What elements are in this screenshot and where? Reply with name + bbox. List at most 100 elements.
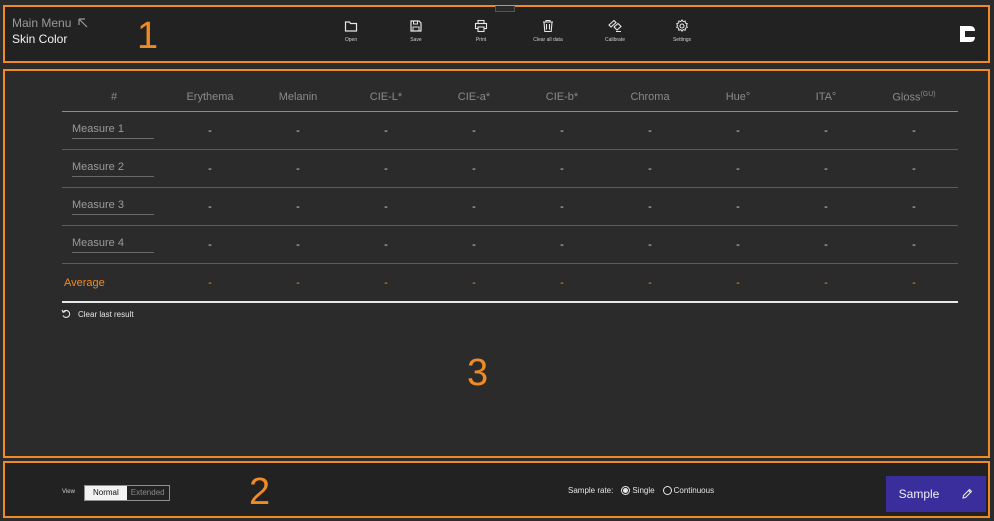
print-button[interactable]: Print (456, 19, 506, 43)
save-icon (410, 20, 422, 32)
radio-selected-icon[interactable] (621, 486, 631, 495)
print-icon (474, 19, 488, 33)
section-number-2: 2 (249, 471, 271, 513)
average-cell: - (166, 263, 254, 303)
sample-rate-group: Sample rate: Single Continuous (568, 486, 714, 495)
table-cell: - (430, 187, 518, 226)
col-header-hue: Hue° (694, 83, 782, 112)
average-label: Average (62, 263, 166, 303)
table-cell: - (606, 225, 694, 264)
table-cell: - (254, 187, 342, 226)
average-cell: - (518, 263, 606, 303)
gear-icon (676, 19, 688, 33)
table-cell: - (518, 111, 606, 150)
open-button[interactable]: Open (326, 19, 376, 43)
top-toolbar: Main Menu Skin Color 1 Open Save Print C… (3, 5, 990, 63)
section-number-3: 3 (467, 352, 489, 394)
continuous-label: Continuous (673, 486, 715, 495)
section-number-1: 1 (137, 15, 159, 57)
menu-block: Main Menu Skin Color (12, 16, 89, 46)
settings-button[interactable]: Settings (657, 19, 707, 43)
results-panel: # Erythema Melanin CIE-L* CIE-a* CIE-b* … (3, 69, 990, 458)
sample-rate-single-option[interactable]: Single (621, 486, 655, 495)
average-cell: - (430, 263, 518, 303)
sample-button-label: Sample (898, 487, 940, 501)
toolbar-handle[interactable] (495, 6, 515, 12)
settings-label: Settings (672, 37, 692, 43)
save-label: Save (410, 37, 422, 43)
measure-3-label: Measure 3 (72, 199, 154, 215)
clear-all-data-button[interactable]: Clear all data (523, 19, 573, 43)
save-button[interactable]: Save (391, 19, 441, 43)
folder-icon (344, 21, 358, 32)
col-header-melanin: Melanin (254, 83, 342, 112)
table-cell: - (342, 111, 430, 150)
sample-button[interactable]: Sample (886, 476, 986, 512)
view-normal-option[interactable]: Normal (85, 486, 127, 500)
sample-rate-continuous-option[interactable]: Continuous (662, 486, 715, 495)
table-cell: - (430, 149, 518, 188)
table-cell: - (782, 187, 870, 226)
open-label: Open (344, 37, 358, 43)
measure-4-label: Measure 4 (72, 237, 154, 253)
table-header-row: # Erythema Melanin CIE-L* CIE-a* CIE-b* … (62, 83, 958, 112)
single-label: Single (632, 486, 655, 495)
table-cell: - (870, 149, 958, 188)
table-cell: - (342, 225, 430, 264)
arrow-up-left-icon (78, 18, 88, 28)
table-cell: - (870, 225, 958, 264)
main-menu-button[interactable]: Main Menu (12, 16, 89, 30)
table-cell: - (870, 187, 958, 226)
table-cell: - (342, 187, 430, 226)
clear-last-result-button[interactable]: Clear last result (61, 309, 134, 319)
table-row: Measure 1 - - - - - - - - - (62, 111, 958, 150)
view-extended-option[interactable]: Extended (127, 486, 169, 500)
clear-last-result-label: Clear last result (78, 309, 134, 319)
average-cell: - (694, 263, 782, 303)
trash-icon (543, 19, 553, 33)
bottom-toolbar: View Normal Extended 2 Sample rate: Sing… (3, 461, 990, 518)
average-row: Average - - - - - - - - - (62, 263, 958, 303)
table-cell: - (166, 187, 254, 226)
table-cell: - (518, 149, 606, 188)
col-header-cie-a: CIE-a* (430, 83, 518, 112)
table-cell: - (430, 111, 518, 150)
view-toggle[interactable]: Normal Extended (84, 485, 170, 501)
col-header-cie-b: CIE-b* (518, 83, 606, 112)
radio-unselected-icon[interactable] (662, 486, 672, 495)
page-title: Skin Color (12, 32, 68, 46)
measure-2-label: Measure 2 (72, 161, 154, 177)
table-cell: - (694, 149, 782, 188)
calibrate-icon (608, 19, 622, 33)
row-label: Measure 1 (62, 111, 166, 150)
view-label: View (62, 489, 75, 495)
average-cell: - (782, 263, 870, 303)
col-header-cie-l: CIE-L* (342, 83, 430, 112)
table-cell: - (518, 225, 606, 264)
calibrate-button[interactable]: Calibrate (590, 19, 640, 43)
col-header-index: # (62, 83, 166, 112)
table-cell: - (518, 187, 606, 226)
brand-logo-icon (960, 26, 975, 42)
col-header-gloss: Gloss(GU) (870, 83, 958, 112)
main-menu-label: Main Menu (12, 16, 72, 30)
row-label: Measure 4 (62, 225, 166, 264)
col-header-chroma: Chroma (606, 83, 694, 112)
table-cell: - (782, 149, 870, 188)
table-cell: - (166, 225, 254, 264)
gloss-label: Gloss (892, 91, 921, 104)
calibrate-label: Calibrate (604, 37, 625, 43)
table-cell: - (606, 149, 694, 188)
average-cell: - (254, 263, 342, 303)
sample-rate-label: Sample rate: (568, 486, 614, 495)
table-cell: - (254, 225, 342, 264)
table-row: Measure 3 - - - - - - - - - (62, 187, 958, 226)
table-cell: - (782, 111, 870, 150)
col-header-ita: ITA° (782, 83, 870, 112)
table-cell: - (166, 111, 254, 150)
table-cell: - (254, 111, 342, 150)
table-cell: - (166, 149, 254, 188)
table-cell: - (694, 111, 782, 150)
undo-icon (61, 309, 71, 318)
average-cell: - (870, 263, 958, 303)
